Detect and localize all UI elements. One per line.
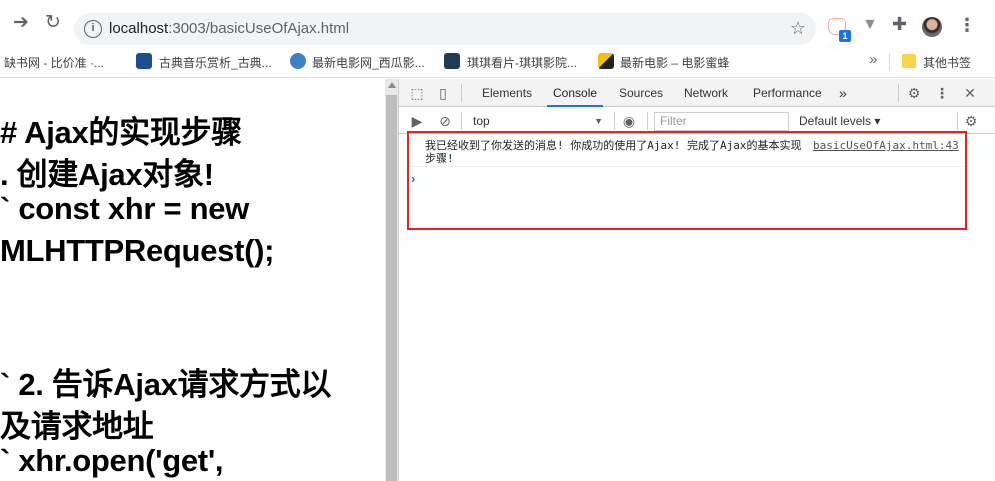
console-output: 我已经收到了你发送的消息! 你成功的使用了Ajax! 完成了Ajax的基本实现步… (399, 135, 995, 481)
page-text-line: 及请求地址 (0, 409, 154, 444)
url-text[interactable]: localhost:3003/basicUseOfAjax.html (109, 20, 349, 37)
settings-gear-icon[interactable]: ⚙ (906, 85, 922, 101)
filter-input[interactable]: Filter (654, 112, 789, 131)
log-levels-dropdown[interactable]: Default levels ▾ (799, 112, 880, 130)
classical-music-icon (136, 53, 152, 69)
bee-icon (598, 53, 614, 69)
reload-icon[interactable]: ↻ (42, 12, 64, 34)
tab-network[interactable]: Network (684, 79, 728, 107)
show-sidebar-icon[interactable]: ▶ (409, 113, 425, 129)
profile-avatar[interactable] (922, 17, 942, 37)
chevron-down-icon: ▼ (594, 116, 603, 126)
tab-sources[interactable]: Sources (619, 79, 663, 107)
vue-devtools-icon[interactable]: ▼ (862, 16, 878, 34)
context-select[interactable]: top ▼ (467, 112, 607, 130)
bookmarks-bar: 缺书网 - 比价准 ·... 古典音乐赏析_古典... 最新电影网_西瓜影...… (0, 46, 995, 78)
browser-toolbar: ➔ ↻ i localhost:3003/basicUseOfAjax.html… (0, 0, 995, 46)
bookmark-item[interactable]: 最新电影 – 电影蜜蜂 (620, 54, 729, 71)
movie-site-icon (290, 53, 306, 69)
toolbar-divider (898, 84, 899, 102)
scroll-up-icon[interactable] (388, 82, 396, 88)
console-log-row: 我已经收到了你发送的消息! 你成功的使用了Ajax! 完成了Ajax的基本实现步… (410, 137, 965, 167)
bookmark-star-icon[interactable]: ☆ (790, 18, 806, 39)
forward-arrow-icon[interactable]: ➔ (10, 12, 32, 34)
tab-elements[interactable]: Elements (482, 79, 532, 107)
clear-console-icon[interactable]: ⊘ (437, 113, 453, 129)
bookmarks-overflow-button[interactable]: » (869, 51, 877, 68)
bookmark-item[interactable]: 最新电影网_西瓜影... (312, 54, 425, 71)
page-text-line: ` xhr.open('get', (0, 443, 224, 478)
context-value: top (473, 114, 490, 128)
console-prompt[interactable]: › (411, 171, 415, 186)
folder-icon (902, 54, 916, 68)
bookmarks-divider (889, 53, 890, 71)
tab-console[interactable]: Console (547, 79, 604, 107)
toolbar-divider (614, 112, 615, 130)
scrollbar-thumb[interactable] (386, 95, 397, 481)
inspect-element-icon[interactable]: ⬚ (409, 85, 425, 101)
page-text-line: MLHTTPRequest(); (0, 233, 275, 268)
devtools-menu-icon[interactable]: ⋮ (934, 85, 950, 101)
page-viewport: # Ajax的实现步骤 . 创建Ajax对象! ` const xhr = ne… (0, 79, 385, 481)
film-icon (444, 53, 460, 69)
page-text-line: # Ajax的实现步骤 (0, 115, 242, 150)
extensions-puzzle-icon[interactable]: ✚ (892, 14, 907, 35)
other-bookmarks[interactable]: 其他书签 (923, 54, 971, 71)
page-text-line: ` 2. 告诉Ajax请求方式以 (0, 367, 332, 402)
toolbar-divider (461, 84, 462, 102)
devtools-tab-bar: ⬚ ▯ Elements Console Sources Network Per… (399, 79, 995, 107)
bookmark-item[interactable]: 古典音乐赏析_古典... (159, 54, 272, 71)
page-text-line: ` const xhr = new (0, 191, 249, 226)
tab-performance[interactable]: Performance (753, 79, 822, 107)
url-host: localhost (109, 20, 169, 37)
toolbar-divider (957, 112, 958, 130)
toolbar-divider (647, 112, 648, 130)
device-toolbar-icon[interactable]: ▯ (435, 85, 451, 101)
toolbar-divider (461, 112, 462, 130)
browser-menu-icon[interactable]: ⋮ (958, 15, 976, 36)
log-message: 我已经收到了你发送的消息! 你成功的使用了Ajax! 完成了Ajax的基本实现步… (425, 139, 802, 165)
console-settings-icon[interactable]: ⚙ (963, 113, 979, 129)
extension-badge: 1 (839, 30, 851, 42)
log-source-link[interactable]: basicUseOfAjax.html:43 (813, 139, 959, 152)
bookmark-item[interactable]: 琪琪看片-琪琪影院... (467, 54, 577, 71)
devtools-panel: ⬚ ▯ Elements Console Sources Network Per… (398, 79, 995, 481)
console-toolbar: ▶ ⊘ top ▼ ◉ Filter Default levels ▾ ⚙ (399, 108, 995, 134)
close-devtools-icon[interactable]: ✕ (962, 85, 978, 101)
site-info-icon[interactable]: i (84, 20, 102, 38)
eye-icon[interactable]: ◉ (621, 113, 637, 129)
page-text-line: . 创建Ajax对象! (0, 157, 214, 192)
more-tabs-button[interactable]: » (839, 79, 847, 107)
bookmark-item[interactable]: 缺书网 - 比价准 ·... (4, 54, 104, 71)
url-path: :3003/basicUseOfAjax.html (168, 20, 350, 37)
page-scrollbar[interactable] (385, 79, 398, 481)
address-bar[interactable]: i localhost:3003/basicUseOfAjax.html ☆ (74, 13, 816, 45)
